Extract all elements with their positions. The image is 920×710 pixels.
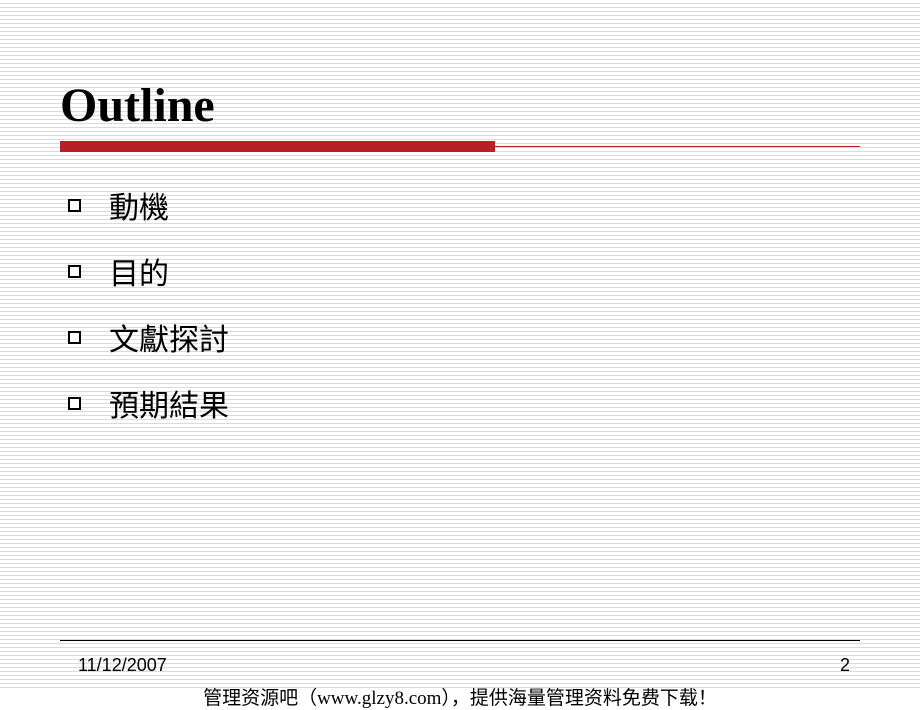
outline-list: 動機 目的 文獻探討 預期結果 (60, 183, 860, 425)
square-bullet-icon (68, 331, 81, 344)
footer-divider (60, 640, 860, 641)
slide-title: Outline (60, 78, 860, 133)
slide-content: Outline 動機 目的 文獻探討 預期結果 (0, 0, 920, 425)
title-underline (60, 141, 860, 153)
underline-thin-segment (495, 146, 860, 147)
square-bullet-icon (68, 199, 81, 212)
list-item: 動機 (68, 183, 860, 227)
list-item: 預期結果 (68, 381, 860, 425)
page-number: 2 (840, 655, 850, 676)
list-item: 目的 (68, 249, 860, 293)
square-bullet-icon (68, 265, 81, 278)
bullet-text: 文獻探討 (109, 315, 229, 359)
footer-source-text: 管理资源吧（www.glzy8.com），提供海量管理资料免费下载！ (0, 683, 920, 710)
square-bullet-icon (68, 397, 81, 410)
list-item: 文獻探討 (68, 315, 860, 359)
bullet-text: 目的 (109, 249, 169, 293)
bullet-text: 預期結果 (109, 381, 229, 425)
footer-date: 11/12/2007 (78, 655, 167, 676)
bullet-text: 動機 (109, 183, 169, 227)
underline-thick-segment (60, 141, 495, 152)
